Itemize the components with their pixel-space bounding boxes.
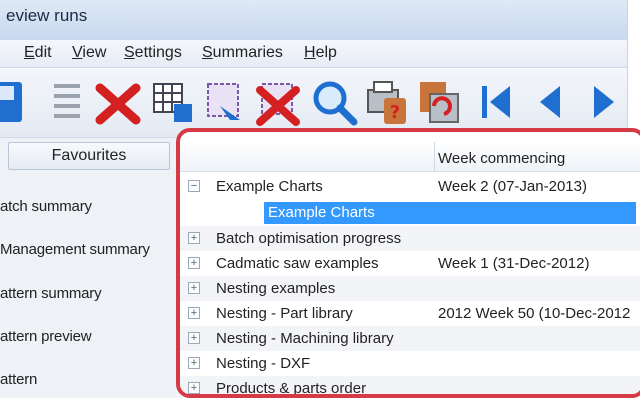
row-label: Cadmatic saw examples <box>216 255 379 272</box>
tree-row[interactable]: + Cadmatic saw examples Week 1 (31-Dec-2… <box>180 251 640 276</box>
expand-icon[interactable]: + <box>188 257 200 269</box>
open-report-button[interactable] <box>414 76 466 128</box>
expand-icon[interactable]: + <box>188 382 200 394</box>
open-report-icon <box>420 82 459 123</box>
row-label: Nesting - Machining library <box>216 330 394 347</box>
expand-icon[interactable]: + <box>188 357 200 369</box>
row-label: Products & parts order <box>216 380 367 397</box>
search-icon <box>313 81 358 126</box>
printer-help-icon: ? <box>367 81 406 124</box>
delete-run-icon <box>256 83 300 126</box>
column-header <box>180 142 640 172</box>
menu-bar: Edit View Settings Summaries Help <box>0 40 627 68</box>
tree-row[interactable]: − Example Charts Week 2 (07-Jan-2013) <box>180 174 640 199</box>
tree-row[interactable]: + Nesting - Machining library <box>180 326 640 351</box>
row-week: Week 1 (31-Dec-2012) <box>438 255 590 272</box>
sidebar-item-batch-summary[interactable]: atch summary <box>0 198 92 215</box>
runs-tree-panel: Week commencing − Example Charts Week 2 … <box>176 128 640 398</box>
previous-button[interactable] <box>524 76 576 128</box>
list-icon <box>54 84 80 118</box>
row-label: Nesting examples <box>216 280 336 297</box>
save-icon <box>0 82 22 122</box>
printer-help-button[interactable]: ? <box>362 76 414 128</box>
row-label: Nesting - Part library <box>216 305 353 322</box>
sidebar-item-management-summary[interactable]: Management summary <box>0 241 150 258</box>
list-button[interactable] <box>40 76 92 128</box>
edit-run-button[interactable] <box>200 76 252 128</box>
next-button[interactable] <box>578 76 627 128</box>
sidebar-item-pattern[interactable]: attern <box>0 371 37 388</box>
sidebar-item-pattern-summary[interactable]: attern summary <box>0 285 102 302</box>
selected-item-label: Example Charts <box>268 204 375 221</box>
tree-row[interactable]: + Batch optimisation progress <box>180 226 640 251</box>
tree-row[interactable]: + Nesting - Part library 2012 Week 50 (1… <box>180 301 640 326</box>
first-page-button[interactable] <box>470 76 522 128</box>
svg-text:?: ? <box>390 102 400 123</box>
expand-icon[interactable]: + <box>188 332 200 344</box>
tree-row[interactable]: + Nesting examples <box>180 276 640 301</box>
column-week-commencing[interactable]: Week commencing <box>438 150 565 167</box>
first-page-icon <box>482 86 510 118</box>
menu-summaries[interactable]: Summaries <box>202 44 283 62</box>
title-bar: eview runs <box>0 0 627 40</box>
delete-run-button[interactable] <box>254 76 306 128</box>
previous-icon <box>540 86 560 118</box>
tab-favourites[interactable]: Favourites <box>8 142 170 170</box>
next-icon <box>594 86 614 118</box>
expand-icon[interactable]: + <box>188 307 200 319</box>
save-button[interactable] <box>0 76 30 128</box>
sidebar-item-pattern-preview[interactable]: attern preview <box>0 328 92 345</box>
search-button[interactable] <box>308 76 360 128</box>
screenshot-frame: eview runs Edit View Settings Summaries … <box>0 0 640 406</box>
expand-icon[interactable]: + <box>188 282 200 294</box>
menu-settings[interactable]: Settings <box>124 44 182 62</box>
tree-row[interactable]: + Nesting - DXF <box>180 351 640 376</box>
row-label: Batch optimisation progress <box>216 230 402 247</box>
grid-properties-button[interactable] <box>146 76 198 128</box>
selected-tree-item[interactable]: Example Charts <box>264 202 636 224</box>
delete-icon <box>95 83 141 125</box>
row-label: Nesting - DXF <box>216 355 311 372</box>
row-label: Example Charts <box>216 178 323 195</box>
collapse-icon[interactable]: − <box>188 180 200 192</box>
favourites-sidebar: Favourites atch summary Management summa… <box>0 138 176 398</box>
row-week: Week 2 (07-Jan-2013) <box>438 178 587 195</box>
menu-view[interactable]: View <box>72 44 106 62</box>
delete-button[interactable] <box>92 76 144 128</box>
grid-properties-icon <box>153 83 192 122</box>
expand-icon[interactable]: + <box>188 232 200 244</box>
row-week: 2012 Week 50 (10-Dec-2012 <box>438 305 631 322</box>
tree-row[interactable]: + Products & parts order <box>180 376 640 397</box>
edit-run-icon <box>207 83 240 120</box>
column-divider[interactable] <box>434 142 435 172</box>
window-title: eview runs <box>6 6 88 25</box>
menu-edit[interactable]: Edit <box>24 44 52 62</box>
menu-help[interactable]: Help <box>304 44 337 62</box>
